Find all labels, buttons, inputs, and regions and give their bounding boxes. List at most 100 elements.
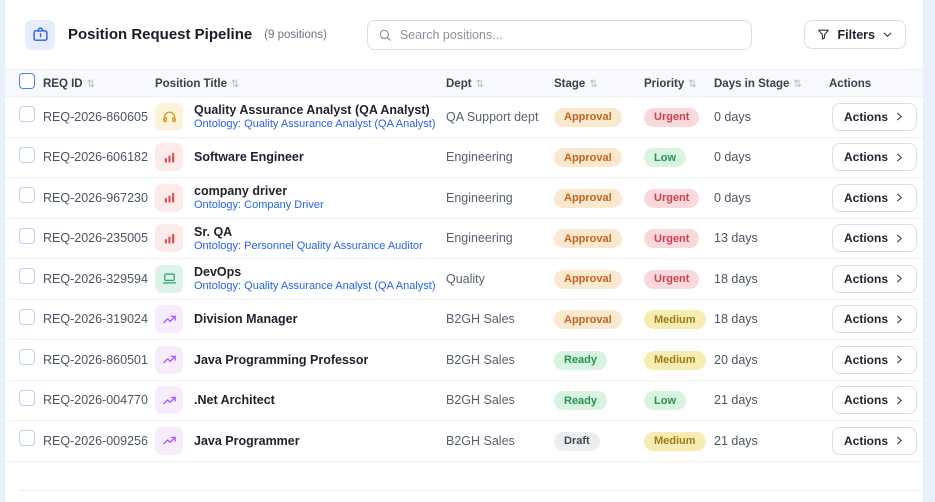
briefcase-icon [25,20,55,50]
actions-button[interactable]: Actions [832,305,917,333]
actions-label: Actions [844,191,888,205]
row-checkbox[interactable] [19,309,35,325]
days-in-stage: 21 days [714,434,829,448]
actions-button[interactable]: Actions [832,346,917,374]
row-checkbox[interactable] [19,106,35,122]
position-title: Division Manager [194,312,298,326]
search-icon [378,28,392,42]
funnel-icon [817,28,830,41]
priority-badge: Medium [644,432,706,451]
chevron-right-icon [894,395,905,406]
trending-up-icon [155,386,183,414]
column-header-req-id[interactable]: REQ ID⇅ [43,74,155,92]
trending-up-icon [155,427,183,455]
dept: Quality [446,272,554,286]
position-title: Java Programmer [194,434,300,448]
sort-icon[interactable]: ⇅ [476,79,484,90]
select-all-checkbox[interactable] [19,73,35,89]
actions-button[interactable]: Actions [832,386,917,414]
trending-up-icon [155,346,183,374]
actions-label: Actions [844,353,888,367]
column-header-days-in-stage[interactable]: Days in Stage⇅ [714,74,829,92]
req-id: REQ-2026-009256 [43,434,155,448]
dept: Engineering [446,150,554,164]
table-row: REQ-2026-606182 Software Engineer Engine… [5,138,923,179]
actions-button[interactable]: Actions [832,265,917,293]
ontology-link[interactable]: Ontology: Quality Assurance Analyst (QA … [194,118,436,130]
row-checkbox[interactable] [19,390,35,406]
actions-label: Actions [844,272,888,286]
days-in-stage: 13 days [714,231,829,245]
positions-count: (9 positions) [264,29,327,41]
chevron-right-icon [894,192,905,203]
row-checkbox[interactable] [19,187,35,203]
priority-badge: Medium [644,310,706,329]
bar-chart-icon [155,143,183,171]
sort-icon[interactable]: ⇅ [87,79,95,90]
row-checkbox[interactable] [19,228,35,244]
chevron-right-icon [894,111,905,122]
req-id: REQ-2026-235005 [43,231,155,245]
days-in-stage: 18 days [714,272,829,286]
actions-button[interactable]: Actions [832,184,917,212]
priority-badge: Urgent [644,108,699,127]
actions-label: Actions [844,434,888,448]
table-body: REQ-2026-860605 Quality Assurance Analys… [5,97,923,462]
search-box[interactable] [367,20,752,50]
column-header-stage[interactable]: Stage⇅ [554,74,644,92]
dept: B2GH Sales [446,393,554,407]
stage-badge: Draft [554,432,600,451]
actions-button[interactable]: Actions [832,143,917,171]
position-title: .Net Architect [194,393,275,407]
sort-icon[interactable]: ⇅ [688,79,696,90]
sort-icon[interactable]: ⇅ [589,79,597,90]
table-row: REQ-2026-235005 Sr. QA Ontology: Personn… [5,219,923,260]
chevron-right-icon [894,273,905,284]
ontology-link[interactable]: Ontology: Quality Assurance Analyst (QA … [194,280,436,292]
row-checkbox[interactable] [19,268,35,284]
table-row: REQ-2026-319024 Division Manager B2GH Sa… [5,300,923,341]
table-row: REQ-2026-967230 company driver Ontology:… [5,178,923,219]
actions-button[interactable]: Actions [832,427,917,455]
req-id: REQ-2026-004770 [43,393,155,407]
page-title: Position Request Pipeline [68,26,252,43]
priority-badge: Urgent [644,229,699,248]
row-checkbox[interactable] [19,430,35,446]
actions-label: Actions [844,231,888,245]
column-header-priority[interactable]: Priority⇅ [644,74,714,92]
chevron-right-icon [894,354,905,365]
req-id: REQ-2026-860605 [43,110,155,124]
dept: Engineering [446,231,554,245]
actions-button[interactable]: Actions [832,224,917,252]
ontology-link[interactable]: Ontology: Personnel Quality Assurance Au… [194,240,423,252]
actions-label: Actions [844,110,888,124]
stage-badge: Approval [554,189,622,208]
toolbar: Position Request Pipeline (9 positions) … [5,0,923,69]
chevron-right-icon [894,435,905,446]
table-bottom-divider [19,490,923,491]
days-in-stage: 18 days [714,312,829,326]
position-title: Quality Assurance Analyst (QA Analyst) [194,103,436,117]
headphones-icon [155,103,183,131]
actions-label: Actions [844,393,888,407]
column-header-dept[interactable]: Dept⇅ [446,74,554,92]
ontology-link[interactable]: Ontology: Company Driver [194,199,324,211]
priority-badge: Urgent [644,270,699,289]
dept: QA Support dept [446,110,554,124]
search-input[interactable] [400,28,741,42]
sort-icon[interactable]: ⇅ [793,79,801,90]
filters-button[interactable]: Filters [804,20,906,49]
stage-badge: Approval [554,108,622,127]
priority-badge: Low [644,148,686,167]
req-id: REQ-2026-860501 [43,353,155,367]
actions-button[interactable]: Actions [832,103,917,131]
column-header-actions: Actions [829,74,913,92]
chevron-right-icon [894,314,905,325]
actions-label: Actions [844,150,888,164]
stage-badge: Approval [554,229,622,248]
row-checkbox[interactable] [19,147,35,163]
position-title: Sr. QA [194,225,423,239]
row-checkbox[interactable] [19,349,35,365]
column-header-position-title[interactable]: Position Title⇅ [155,74,446,92]
sort-icon[interactable]: ⇅ [231,79,239,90]
